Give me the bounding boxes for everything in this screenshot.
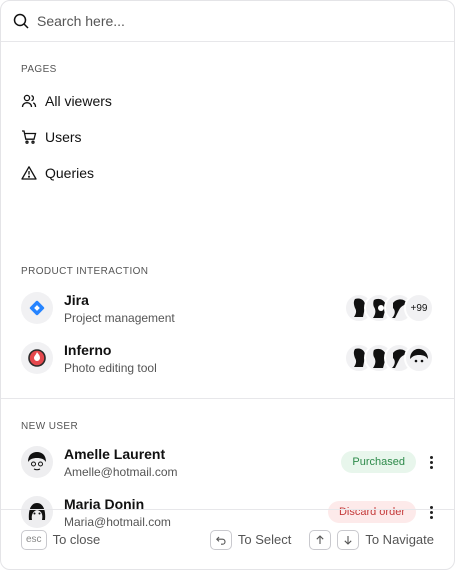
command-palette: PAGES All viewers Users Queries	[0, 0, 455, 570]
warning-icon	[21, 166, 37, 180]
page-item-all-viewers[interactable]: All viewers	[21, 83, 434, 119]
cart-icon	[22, 130, 37, 144]
more-viewers-count: +99	[404, 293, 434, 323]
pages-section-title: PAGES	[21, 64, 57, 75]
search-bar	[1, 1, 454, 42]
user-row-amelle[interactable]: Amelle Laurent Amelle@hotmail.com Purcha…	[21, 442, 434, 482]
select-hint-label: To Select	[237, 532, 292, 547]
more-options-icon[interactable]	[428, 455, 434, 469]
navigate-hint: To Navigate	[309, 529, 434, 550]
arrow-up-key-icon	[309, 529, 332, 550]
user-name: Amelle Laurent	[64, 445, 166, 462]
esc-key: esc	[21, 529, 47, 550]
page-item-queries[interactable]: Queries	[21, 155, 434, 191]
new-user-section-title: NEW USER	[21, 421, 79, 432]
arrow-down-key-icon	[337, 529, 360, 550]
keyboard-hints-footer: esc To close To Select To Navigate	[1, 509, 454, 569]
page-item-users[interactable]: Users	[21, 119, 434, 155]
viewer-avatars[interactable]	[344, 343, 434, 373]
avatar	[21, 446, 53, 478]
status-badge: Purchased	[341, 451, 416, 473]
avatar	[404, 343, 434, 373]
select-hint: To Select	[209, 529, 292, 550]
product-interaction-section: PRODUCT INTERACTION Jira Project managem…	[1, 248, 454, 398]
close-hint-label: To close	[52, 532, 101, 547]
page-item-label: All viewers	[45, 93, 112, 109]
product-item-jira[interactable]: Jira Project management +99	[21, 289, 434, 327]
user-email: Amelle@hotmail.com	[64, 464, 178, 479]
product-subtitle: Project management	[64, 310, 175, 325]
product-title: Jira	[64, 291, 89, 308]
search-input[interactable]	[37, 13, 442, 29]
product-title: Inferno	[64, 341, 112, 358]
page-item-label: Users	[45, 129, 82, 145]
viewer-avatars[interactable]: +99	[344, 293, 434, 323]
jira-logo-icon	[21, 292, 53, 324]
product-section-title: PRODUCT INTERACTION	[21, 266, 149, 277]
search-icon	[13, 13, 29, 29]
product-item-inferno[interactable]: Inferno Photo editing tool	[21, 339, 434, 377]
navigate-hint-label: To Navigate	[365, 532, 434, 547]
inferno-logo-icon	[21, 342, 53, 374]
page-item-label: Queries	[45, 165, 95, 181]
pages-section: PAGES All viewers Users Queries	[1, 42, 454, 248]
return-key-icon	[209, 529, 232, 550]
users-icon	[21, 94, 37, 108]
product-subtitle: Photo editing tool	[64, 360, 157, 375]
close-hint: esc To close	[21, 529, 101, 550]
